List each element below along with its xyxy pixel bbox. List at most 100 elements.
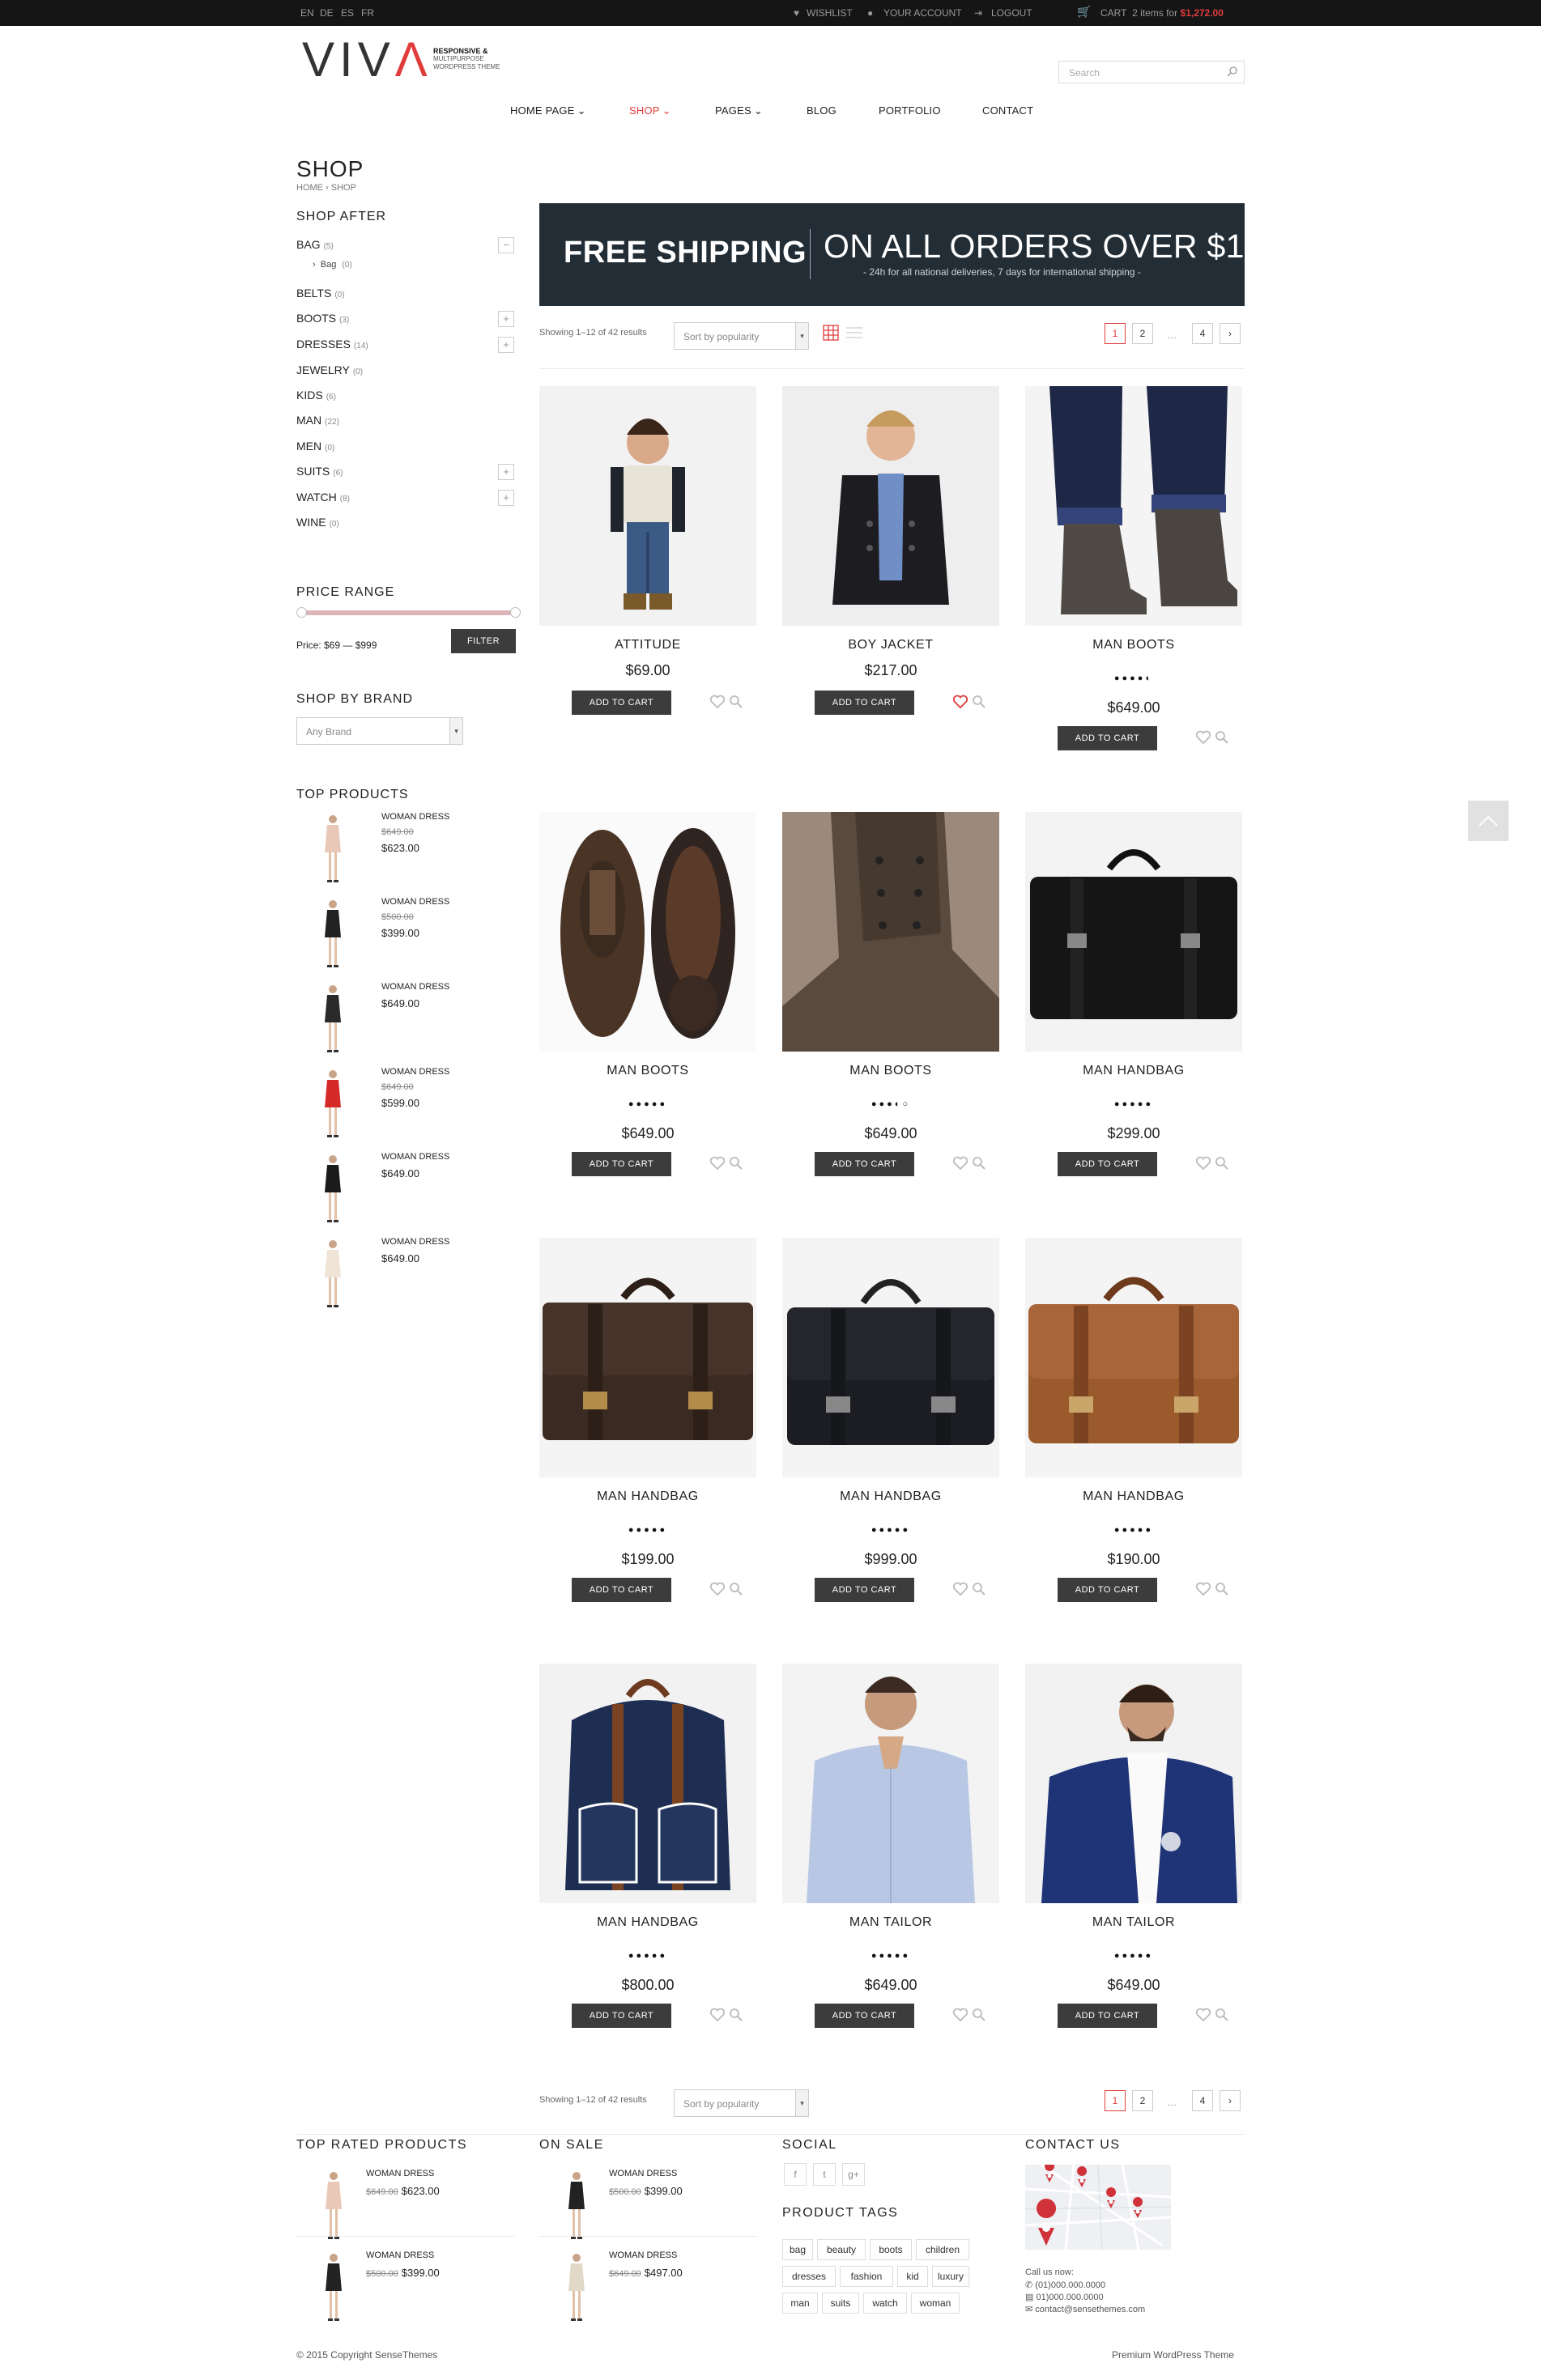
- search-icon[interactable]: [1226, 66, 1239, 79]
- product-image[interactable]: [782, 1238, 999, 1477]
- price-slider-track[interactable]: [299, 610, 516, 615]
- add-to-cart-button[interactable]: ADD TO CART: [572, 1578, 671, 1602]
- product-image[interactable]: [539, 386, 756, 626]
- product-thumbnail[interactable]: [556, 2250, 598, 2325]
- page-next[interactable]: ›: [1220, 323, 1241, 344]
- product-card[interactable]: MAN HANDBAG ●●●●● $299.00 ADD TO CART: [1025, 812, 1242, 1176]
- product-name[interactable]: WOMAN DRESS: [381, 1067, 449, 1077]
- add-to-cart-button[interactable]: ADD TO CART: [815, 2004, 914, 2028]
- nav-portfolio[interactable]: PORTFOLIO: [879, 104, 941, 117]
- add-to-cart-button[interactable]: ADD TO CART: [1058, 726, 1157, 750]
- tag-dresses[interactable]: dresses: [782, 2266, 836, 2287]
- add-to-cart-button[interactable]: ADD TO CART: [572, 2004, 671, 2028]
- product-thumbnail[interactable]: [313, 2250, 355, 2325]
- product-card[interactable]: MAN HANDBAG ●●●●● $999.00 ADD TO CART: [782, 1238, 999, 1602]
- product-name[interactable]: WOMAN DRESS: [381, 812, 449, 822]
- wishlist-link[interactable]: WISHLIST: [807, 7, 853, 19]
- quick-view-icon[interactable]: [729, 1156, 743, 1171]
- quick-view-icon[interactable]: [1215, 1582, 1229, 1596]
- product-name[interactable]: MAN HANDBAG: [539, 1490, 756, 1504]
- product-name[interactable]: MAN BOOTS: [539, 1064, 756, 1078]
- quick-view-icon[interactable]: [1215, 1156, 1229, 1171]
- tag-beauty[interactable]: beauty: [817, 2239, 866, 2260]
- nav-contact[interactable]: CONTACT: [982, 104, 1033, 117]
- filter-button[interactable]: FILTER: [451, 629, 516, 653]
- category-watch[interactable]: WATCH (8): [296, 491, 350, 504]
- subcategory-bag[interactable]: › Bag (0): [313, 260, 352, 270]
- product-name[interactable]: WOMAN DRESS: [366, 2250, 434, 2260]
- product-name[interactable]: WOMAN DRESS: [381, 1152, 449, 1162]
- cart-link[interactable]: CART 2 items for $1,272.00: [1100, 7, 1224, 19]
- product-name[interactable]: WOMAN DRESS: [381, 1237, 449, 1247]
- quick-view-icon[interactable]: [729, 1582, 743, 1596]
- quick-view-icon[interactable]: [729, 2008, 743, 2022]
- quick-view-icon[interactable]: [972, 1156, 986, 1171]
- product-name[interactable]: MAN BOOTS: [782, 1064, 999, 1078]
- product-name[interactable]: MAN HANDBAG: [1025, 1490, 1242, 1504]
- page-4[interactable]: 4: [1192, 2090, 1213, 2111]
- product-image[interactable]: [1025, 812, 1242, 1052]
- tag-fashion[interactable]: fashion: [840, 2266, 893, 2287]
- category-dresses[interactable]: DRESSES (14): [296, 338, 368, 351]
- tag-children[interactable]: children: [916, 2239, 969, 2260]
- product-thumbnail[interactable]: [312, 982, 354, 1056]
- product-card[interactable]: MAN HANDBAG ●●●●● $190.00 ADD TO CART: [1025, 1238, 1242, 1602]
- product-thumbnail[interactable]: [312, 812, 354, 886]
- category-wine[interactable]: WINE (0): [296, 516, 339, 529]
- wishlist-heart-icon[interactable]: [952, 1156, 968, 1171]
- category-men[interactable]: MEN (0): [296, 440, 334, 453]
- product-image[interactable]: [782, 386, 999, 626]
- expand-icon[interactable]: +: [498, 464, 514, 480]
- search-input[interactable]: Search: [1058, 61, 1245, 83]
- tag-woman[interactable]: woman: [911, 2293, 960, 2314]
- product-thumbnail[interactable]: [313, 2169, 355, 2243]
- list-view-icon[interactable]: [846, 326, 862, 339]
- page-4[interactable]: 4: [1192, 323, 1213, 344]
- logout-link[interactable]: LOGOUT: [991, 7, 1032, 19]
- quick-view-icon[interactable]: [972, 695, 986, 709]
- quick-view-icon[interactable]: [1215, 2008, 1229, 2022]
- category-belts[interactable]: BELTS (0): [296, 287, 345, 300]
- product-card[interactable]: MAN BOOTS ●●●●◐ $649.00 ADD TO CART: [1025, 386, 1242, 750]
- add-to-cart-button[interactable]: ADD TO CART: [1058, 2004, 1157, 2028]
- add-to-cart-button[interactable]: ADD TO CART: [1058, 1578, 1157, 1602]
- wishlist-heart-icon[interactable]: [709, 2008, 726, 2022]
- wishlist-heart-icon[interactable]: [1195, 730, 1211, 745]
- expand-icon[interactable]: +: [498, 490, 514, 506]
- product-card[interactable]: MAN BOOTS ●●●●● $649.00 ADD TO CART: [539, 812, 756, 1176]
- sort-select[interactable]: Sort by popularity ▾: [674, 322, 809, 350]
- quick-view-icon[interactable]: [729, 695, 743, 709]
- wishlist-heart-icon[interactable]: [1195, 1582, 1211, 1596]
- brand-select[interactable]: Any Brand ▾: [296, 717, 463, 745]
- product-card[interactable]: MAN BOOTS ●●●◐○ $649.00 ADD TO CART: [782, 812, 999, 1176]
- add-to-cart-button[interactable]: ADD TO CART: [815, 691, 914, 715]
- sort-select-bottom[interactable]: Sort by popularity ▾: [674, 2089, 809, 2117]
- page-2[interactable]: 2: [1132, 2090, 1153, 2111]
- tag-boots[interactable]: boots: [870, 2239, 912, 2260]
- page-1[interactable]: 1: [1105, 323, 1126, 344]
- wishlist-heart-icon[interactable]: [709, 1156, 726, 1171]
- tag-watch[interactable]: watch: [863, 2293, 907, 2314]
- add-to-cart-button[interactable]: ADD TO CART: [1058, 1152, 1157, 1176]
- product-name[interactable]: ATTITUDE: [539, 638, 756, 652]
- product-name[interactable]: MAN HANDBAG: [539, 1915, 756, 1930]
- product-thumbnail[interactable]: [312, 1152, 354, 1226]
- wishlist-heart-icon[interactable]: [952, 1582, 968, 1596]
- product-thumbnail[interactable]: [312, 1237, 354, 1311]
- category-man[interactable]: MAN (22): [296, 414, 339, 427]
- tag-suits[interactable]: suits: [822, 2293, 859, 2314]
- breadcrumb[interactable]: HOME › SHOP: [296, 183, 356, 193]
- add-to-cart-button[interactable]: ADD TO CART: [572, 691, 671, 715]
- wishlist-heart-icon[interactable]: [709, 1582, 726, 1596]
- product-name[interactable]: MAN BOOTS: [1025, 638, 1242, 652]
- product-card[interactable]: MAN HANDBAG ●●●●● $800.00 ADD TO CART: [539, 1664, 756, 2028]
- product-thumbnail[interactable]: [312, 897, 354, 971]
- grid-view-icon[interactable]: [823, 325, 839, 341]
- product-image[interactable]: [1025, 1238, 1242, 1477]
- product-name[interactable]: WOMAN DRESS: [609, 2250, 677, 2260]
- page-2[interactable]: 2: [1132, 323, 1153, 344]
- google-plus-icon[interactable]: g+: [842, 2163, 865, 2186]
- lang-en[interactable]: EN: [300, 7, 314, 19]
- category-kids[interactable]: KIDS (6): [296, 389, 336, 402]
- wishlist-heart-icon[interactable]: [1195, 1156, 1211, 1171]
